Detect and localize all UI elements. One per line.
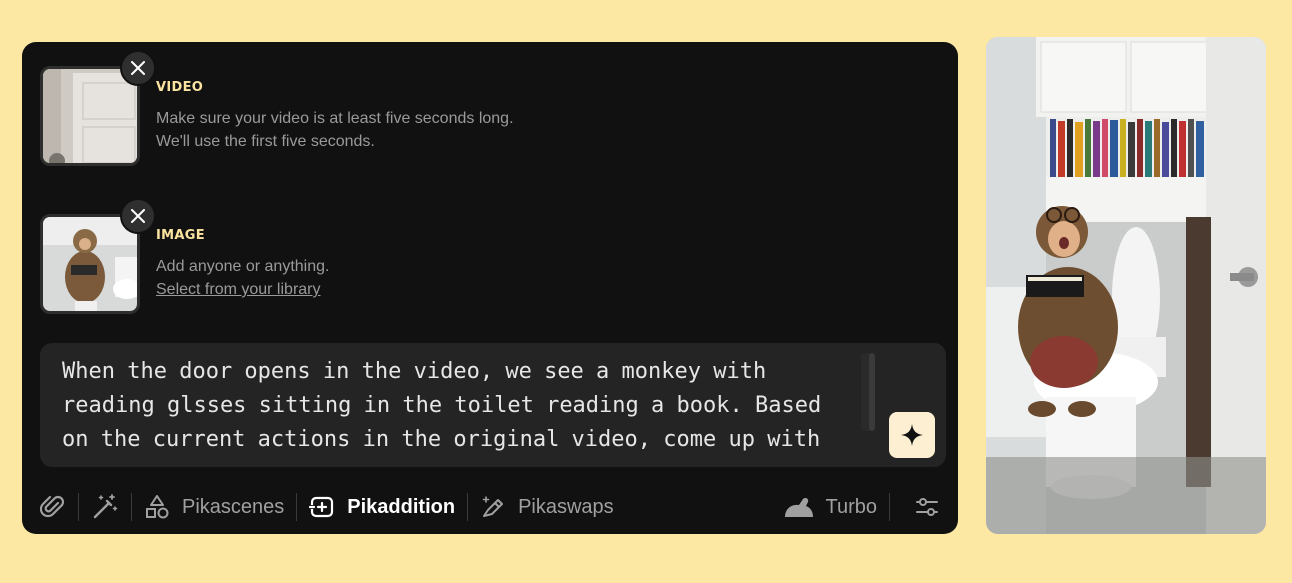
prompt-text[interactable]: When the door opens in the video, we see… — [62, 355, 862, 457]
toolbar-divider — [889, 493, 890, 521]
magic-button[interactable] — [91, 493, 119, 521]
toolbar-divider — [296, 493, 298, 521]
prompt-toolbar: Pikascenes Pikaddition Pikaswaps Turbo — [40, 488, 940, 526]
pikaswaps-button[interactable]: Pikaswaps — [480, 494, 614, 520]
image-slot-title: IMAGE — [156, 228, 205, 243]
settings-button[interactable] — [914, 494, 940, 520]
video-slot-description: Make sure your video is at least five se… — [156, 110, 514, 150]
sliders-icon — [916, 498, 938, 516]
select-from-library-link[interactable]: Select from your library — [156, 278, 329, 301]
rabbit-icon — [785, 498, 814, 517]
turbo-label: Turbo — [825, 495, 877, 518]
video-slot-info: VIDEO Make sure your video is at least f… — [156, 80, 514, 153]
video-slot-title: VIDEO — [156, 80, 204, 95]
enhance-prompt-button[interactable] — [889, 412, 935, 458]
pikascenes-button[interactable]: Pikascenes — [144, 494, 284, 520]
sparkle-icon — [901, 424, 923, 446]
add-frame-icon — [309, 496, 334, 518]
toolbar-divider — [78, 493, 79, 521]
paperclip-icon — [40, 495, 65, 518]
pikaswaps-label: Pikaswaps — [518, 495, 614, 518]
pikascenes-label: Pikascenes — [182, 495, 285, 518]
pikaddition-button[interactable]: Pikaddition — [309, 494, 455, 520]
swap-brush-icon — [482, 496, 504, 517]
image-upload-slot[interactable] — [40, 198, 156, 316]
close-icon — [131, 209, 145, 223]
prompt-scrollbar[interactable] — [861, 353, 875, 431]
close-icon — [131, 61, 145, 75]
prompt-scrollbar-thumb[interactable] — [869, 353, 875, 431]
image-slot-info: IMAGE Add anyone or anything. Select fro… — [156, 228, 329, 301]
attach-button[interactable] — [40, 494, 66, 520]
pikaddition-label: Pikaddition — [347, 495, 456, 518]
video-upload-slot[interactable] — [40, 50, 156, 168]
prompt-panel: VIDEO Make sure your video is at least f… — [22, 42, 958, 534]
remove-video-button[interactable] — [120, 50, 156, 86]
magic-wand-icon — [93, 494, 118, 519]
remove-image-button[interactable] — [120, 198, 156, 234]
toolbar-divider — [467, 493, 469, 521]
preview-image — [986, 37, 1266, 534]
turbo-toggle[interactable]: Turbo — [783, 495, 877, 519]
shapes-icon — [146, 495, 169, 519]
image-slot-description: Add anyone or anything. — [156, 258, 330, 275]
prompt-input[interactable]: When the door opens in the video, we see… — [40, 343, 946, 467]
toolbar-divider — [131, 493, 132, 521]
